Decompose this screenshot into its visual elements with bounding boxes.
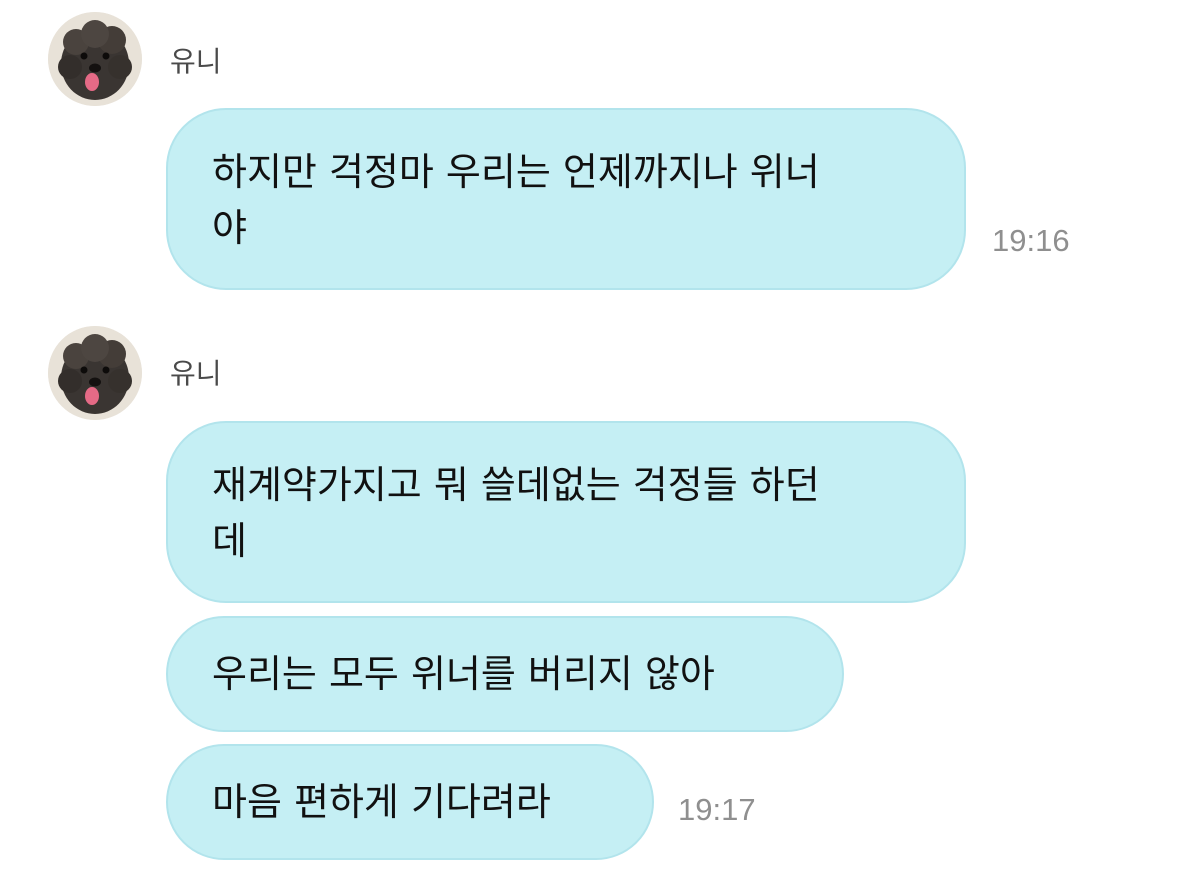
message-line: 재계약가지고 뭐 쓸데없는 걱정들 하던 — [212, 463, 820, 507]
message-bubble[interactable]: 마음 편하게 기다려라 — [166, 744, 654, 860]
sender-avatar[interactable] — [48, 326, 142, 420]
sender-avatar[interactable] — [48, 12, 142, 106]
message-line: 데 — [212, 519, 247, 563]
message-timestamp: 19:17 — [678, 792, 756, 827]
message-bubble[interactable]: 하지만 걱정마 우리는 언제까지나 위너 야 — [166, 108, 966, 290]
message-line: 마음 편하게 기다려라 — [212, 780, 551, 824]
sender-name: 유니 — [170, 357, 222, 390]
message-bubble[interactable]: 재계약가지고 뭐 쓸데없는 걱정들 하던 데 — [166, 421, 966, 603]
message-line: 우리는 모두 위너를 버리지 않아 — [212, 652, 715, 696]
message-line: 야 — [212, 206, 247, 250]
dog-avatar-icon — [48, 326, 142, 420]
message-timestamp: 19:16 — [992, 223, 1070, 258]
sender-name: 유니 — [170, 45, 222, 78]
dog-avatar-icon — [48, 12, 142, 106]
message-bubble[interactable]: 우리는 모두 위너를 버리지 않아 — [166, 616, 844, 732]
message-line: 하지만 걱정마 우리는 언제까지나 위너 — [212, 150, 820, 194]
